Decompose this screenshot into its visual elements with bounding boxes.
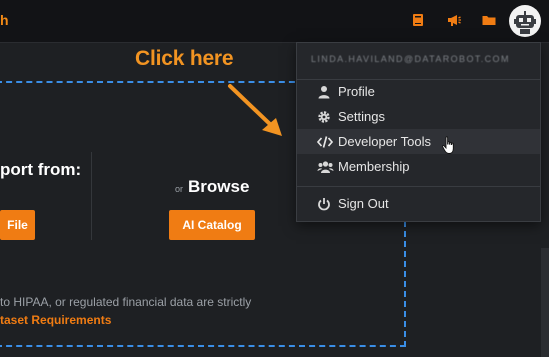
- menu-item-label: Profile: [338, 84, 375, 99]
- menu-item-sign-out[interactable]: Sign Out: [297, 191, 540, 216]
- gear-icon: [317, 110, 331, 124]
- ai-catalog-button[interactable]: AI Catalog: [169, 210, 255, 240]
- code-icon: [316, 135, 334, 149]
- users-icon: [317, 160, 334, 174]
- vertical-divider: [91, 152, 92, 240]
- menu-divider: [297, 186, 540, 187]
- user-email: LINDA.HAVILAND@DATAROBOT.COM: [311, 54, 510, 64]
- robot-avatar-icon[interactable]: [509, 5, 541, 37]
- import-from-heading: port from:: [0, 160, 82, 179]
- folder-icon[interactable]: [481, 12, 497, 28]
- megaphone-icon[interactable]: [446, 12, 462, 28]
- menu-item-label: Sign Out: [338, 196, 389, 211]
- power-icon: [317, 197, 331, 211]
- menu-item-label: Developer Tools: [338, 134, 431, 149]
- data-restriction-note: to HIPAA, or regulated financial data ar…: [0, 295, 252, 309]
- local-file-button[interactable]: File: [0, 210, 35, 240]
- menu-item-label: Settings: [338, 109, 385, 124]
- top-bar: h: [0, 0, 549, 43]
- brand-name[interactable]: h: [0, 12, 9, 28]
- hand-cursor-icon: [442, 136, 454, 154]
- user-icon: [317, 85, 331, 99]
- menu-item-membership[interactable]: Membership: [297, 154, 540, 179]
- browse-heading: Browse: [188, 177, 250, 196]
- menu-item-profile[interactable]: Profile: [297, 79, 540, 104]
- dataset-requirements-link[interactable]: taset Requirements: [0, 313, 111, 327]
- scrollbar-track[interactable]: [541, 248, 549, 357]
- click-here-callout: Click here: [135, 47, 234, 70]
- user-dropdown-menu: LINDA.HAVILAND@DATAROBOT.COM Profile Set…: [296, 42, 541, 222]
- or-label: or: [175, 184, 184, 194]
- notebook-icon[interactable]: [410, 12, 426, 28]
- menu-item-developer-tools[interactable]: Developer Tools: [297, 129, 540, 154]
- menu-item-label: Membership: [338, 159, 410, 174]
- callout-arrow: [228, 84, 282, 136]
- menu-item-settings[interactable]: Settings: [297, 104, 540, 129]
